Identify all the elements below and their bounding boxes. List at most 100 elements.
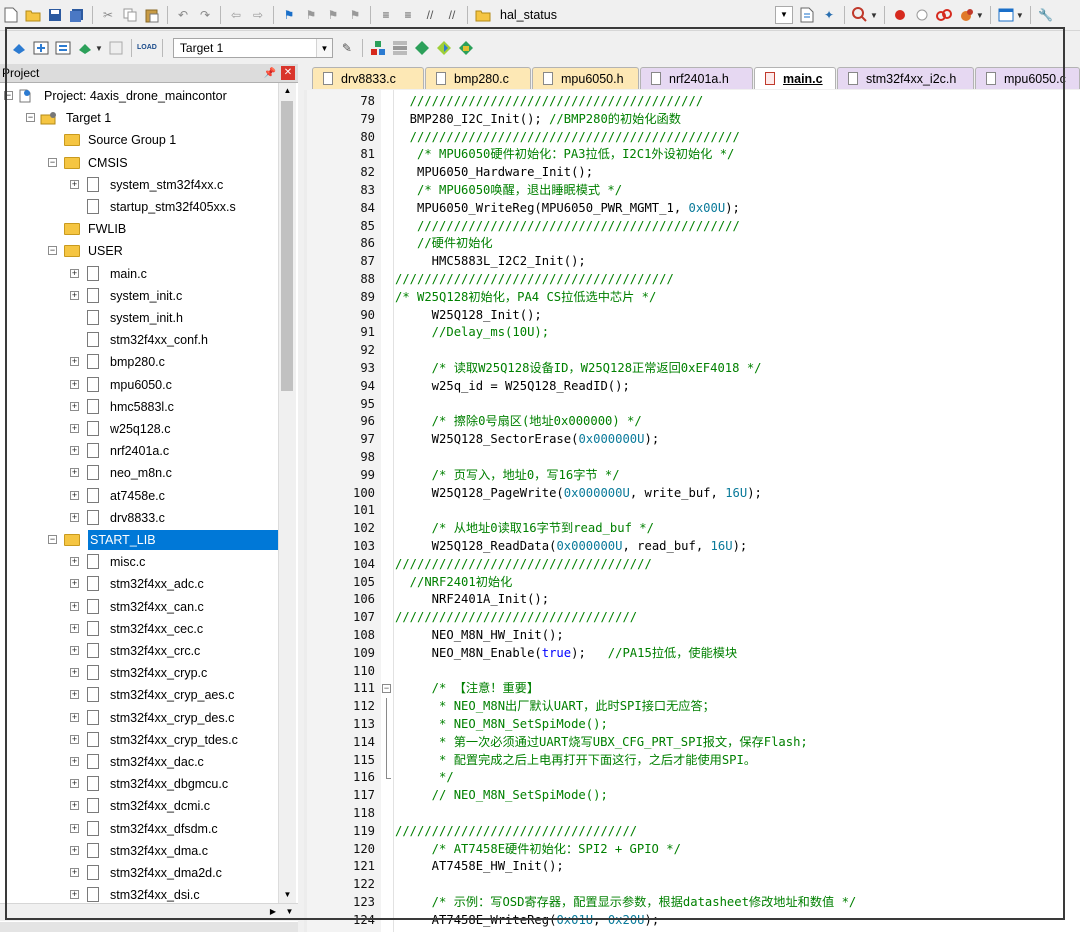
search-text[interactable]: hal_status	[494, 8, 772, 22]
scrollbar-thumb[interactable]	[281, 101, 293, 391]
navigate-forward-icon[interactable]: ⇨	[250, 7, 266, 23]
code-line[interactable]: 102 /* 从地址0读取16字节到read_buf */	[307, 520, 1080, 538]
tree-folder-item[interactable]: Source Group 1	[0, 129, 278, 151]
tree-file-item[interactable]: + stm32f4xx_cec.c	[0, 618, 278, 640]
project-tree-hscrollbar[interactable]: ▶ ▼	[0, 903, 298, 921]
file-extensions-icon[interactable]	[392, 40, 408, 56]
expand-icon[interactable]: +	[70, 823, 79, 833]
code-line[interactable]: 100 W25Q128_PageWrite(0x000000U, write_b…	[307, 485, 1080, 503]
code-line[interactable]: 83 /* MPU6050唤醒，退出睡眠模式 */	[307, 182, 1080, 200]
tree-folder-item[interactable]: − CMSIS	[0, 152, 278, 174]
collapse-icon[interactable]: −	[26, 113, 35, 123]
expand-icon[interactable]: +	[70, 357, 79, 367]
scroll-right-icon[interactable]: ▶	[266, 904, 280, 920]
project-tree-scrollbar[interactable]: ▲ ▼	[278, 83, 296, 903]
code-line[interactable]: 124 AT7458E_WriteReg(0x01U, 0x20U);	[307, 912, 1080, 930]
code-line[interactable]: 79 BMP280_I2C_Init(); //BMP280的初始化函数	[307, 111, 1080, 129]
code-line[interactable]: 90 W25Q128_Init();	[307, 307, 1080, 325]
expand-icon[interactable]: +	[70, 424, 79, 433]
tree-file-item[interactable]: + stm32f4xx_dma2d.c	[0, 862, 278, 884]
expand-icon[interactable]: +	[70, 401, 79, 411]
save-all-icon[interactable]	[69, 7, 85, 23]
undo-icon[interactable]: ↶	[175, 7, 191, 23]
tab-mpu6050-h[interactable]: mpu6050.h	[532, 67, 639, 89]
expand-icon[interactable]: +	[70, 490, 79, 500]
tree-file-item[interactable]: + bmp280.c	[0, 351, 278, 373]
expand-icon[interactable]: +	[70, 268, 79, 278]
tools-wrench-icon[interactable]: 🔧	[1038, 7, 1054, 23]
search-dropdown-icon[interactable]: ▼	[775, 6, 793, 24]
code-line[interactable]: 97 W25Q128_SectorErase(0x000000U);	[307, 431, 1080, 449]
tree-file-item[interactable]: + w25q128.c	[0, 418, 278, 440]
tree-file-item[interactable]: + stm32f4xx_can.c	[0, 596, 278, 618]
tree-file-item[interactable]: + stm32f4xx_dbgmcu.c	[0, 773, 278, 795]
code-line[interactable]: 115 * 配置完成之后上电再打开下面这行，之后才能使用SPI。	[307, 752, 1080, 770]
window-layout-icon[interactable]	[998, 7, 1014, 23]
collapse-icon[interactable]: −	[4, 91, 13, 100]
tree-file-item[interactable]: + hmc5883l.c	[0, 396, 278, 418]
code-line[interactable]: 105 //NRF2401初始化	[307, 574, 1080, 592]
code-line[interactable]: 95	[307, 396, 1080, 414]
tree-project-item[interactable]: − Project: 4axis_drone_maincontor	[0, 85, 278, 107]
scroll-up-icon[interactable]: ▲	[279, 83, 296, 99]
configure-icon[interactable]	[958, 7, 974, 23]
code-line[interactable]: 112 * NEO_M8N出厂默认UART，此时SPI接口无应答；	[307, 698, 1080, 716]
code-line[interactable]: 117 // NEO_M8N_SetSpiMode();	[307, 787, 1080, 805]
expand-icon[interactable]: +	[70, 468, 79, 478]
tree-file-item[interactable]: + stm32f4xx_cryp_aes.c	[0, 684, 278, 706]
close-icon[interactable]: ✕	[281, 66, 295, 80]
expand-icon[interactable]: +	[70, 379, 79, 389]
tree-file-item[interactable]: + stm32f4xx_cryp_des.c	[0, 707, 278, 729]
collapse-icon[interactable]: −	[48, 535, 57, 544]
tab-stm32f4xx-i2c-h[interactable]: stm32f4xx_i2c.h	[837, 67, 974, 89]
code-line[interactable]: 93 /* 读取W25Q128设备ID，W25Q128正常返回0xEF4018 …	[307, 360, 1080, 378]
expand-icon[interactable]: +	[70, 557, 79, 567]
tree-file-item[interactable]: stm32f4xx_conf.h	[0, 329, 278, 351]
code-line[interactable]: 106 NRF2401A_Init();	[307, 591, 1080, 609]
expand-icon[interactable]: +	[70, 668, 79, 678]
clear-bookmarks-icon[interactable]: ⚑	[347, 7, 363, 23]
code-line[interactable]: 116 */	[307, 769, 1080, 787]
expand-icon[interactable]: +	[70, 734, 79, 744]
scroll-down-icon[interactable]: ▼	[281, 904, 298, 920]
code-line[interactable]: 104 ///////////////////////////////////	[307, 556, 1080, 574]
tree-file-item[interactable]: + main.c	[0, 263, 278, 285]
scroll-down-icon[interactable]: ▼	[279, 887, 296, 903]
expand-icon[interactable]: +	[70, 290, 79, 300]
code-editor[interactable]: − 78 ///////////////////////////////////…	[304, 90, 1080, 932]
tree-file-item[interactable]: + stm32f4xx_cryp_tdes.c	[0, 729, 278, 751]
code-line[interactable]: 85 /////////////////////////////////////…	[307, 218, 1080, 236]
tree-file-item[interactable]: + system_init.c	[0, 285, 278, 307]
pin-icon[interactable]: 📌	[263, 68, 277, 79]
tree-file-item[interactable]: + stm32f4xx_cryp.c	[0, 662, 278, 684]
code-line[interactable]: 114 * 第一次必须通过UART烧写UBX_CFG_PRT_SPI报文，保存F…	[307, 734, 1080, 752]
code-line[interactable]: 86 //硬件初始化	[307, 235, 1080, 253]
expand-icon[interactable]: +	[70, 868, 79, 877]
tab-mpu6050-c[interactable]: mpu6050.c	[975, 67, 1080, 89]
comment-icon[interactable]: //	[422, 7, 438, 23]
code-line[interactable]: 99 /* 页写入，地址0，写16字节 */	[307, 467, 1080, 485]
tab-drv8833-c[interactable]: drv8833.c	[312, 67, 424, 89]
unindent-icon[interactable]: ≡	[400, 7, 416, 23]
tree-file-item[interactable]: + drv8833.c	[0, 507, 278, 529]
expand-icon[interactable]: +	[70, 890, 79, 900]
code-line[interactable]: 122	[307, 876, 1080, 894]
redo-icon[interactable]: ↷	[197, 7, 213, 23]
collapse-icon[interactable]: −	[48, 246, 57, 256]
find-in-files-icon[interactable]	[475, 7, 491, 23]
open-file-icon[interactable]	[25, 7, 41, 23]
code-line[interactable]: 101	[307, 502, 1080, 520]
paste-icon[interactable]	[144, 7, 160, 23]
translate-icon[interactable]	[11, 40, 27, 56]
expand-icon[interactable]: +	[70, 179, 79, 189]
tree-target-item[interactable]: − Target 1	[0, 107, 278, 129]
code-line[interactable]: 78 /////////////////////////////////////…	[307, 93, 1080, 111]
rebuild-icon[interactable]	[55, 40, 71, 56]
build-icon[interactable]	[33, 40, 49, 56]
find-icon[interactable]	[799, 7, 815, 23]
code-line[interactable]: 80 /////////////////////////////////////…	[307, 129, 1080, 147]
target-select[interactable]: Target 1 ▼	[172, 38, 333, 58]
code-line[interactable]: 87 HMC5883L_I2C2_Init();	[307, 253, 1080, 271]
code-line[interactable]: 81 /* MPU6050硬件初始化：PA3拉低，I2C1外设初始化 */	[307, 146, 1080, 164]
tree-file-item[interactable]: + nrf2401a.c	[0, 440, 278, 462]
